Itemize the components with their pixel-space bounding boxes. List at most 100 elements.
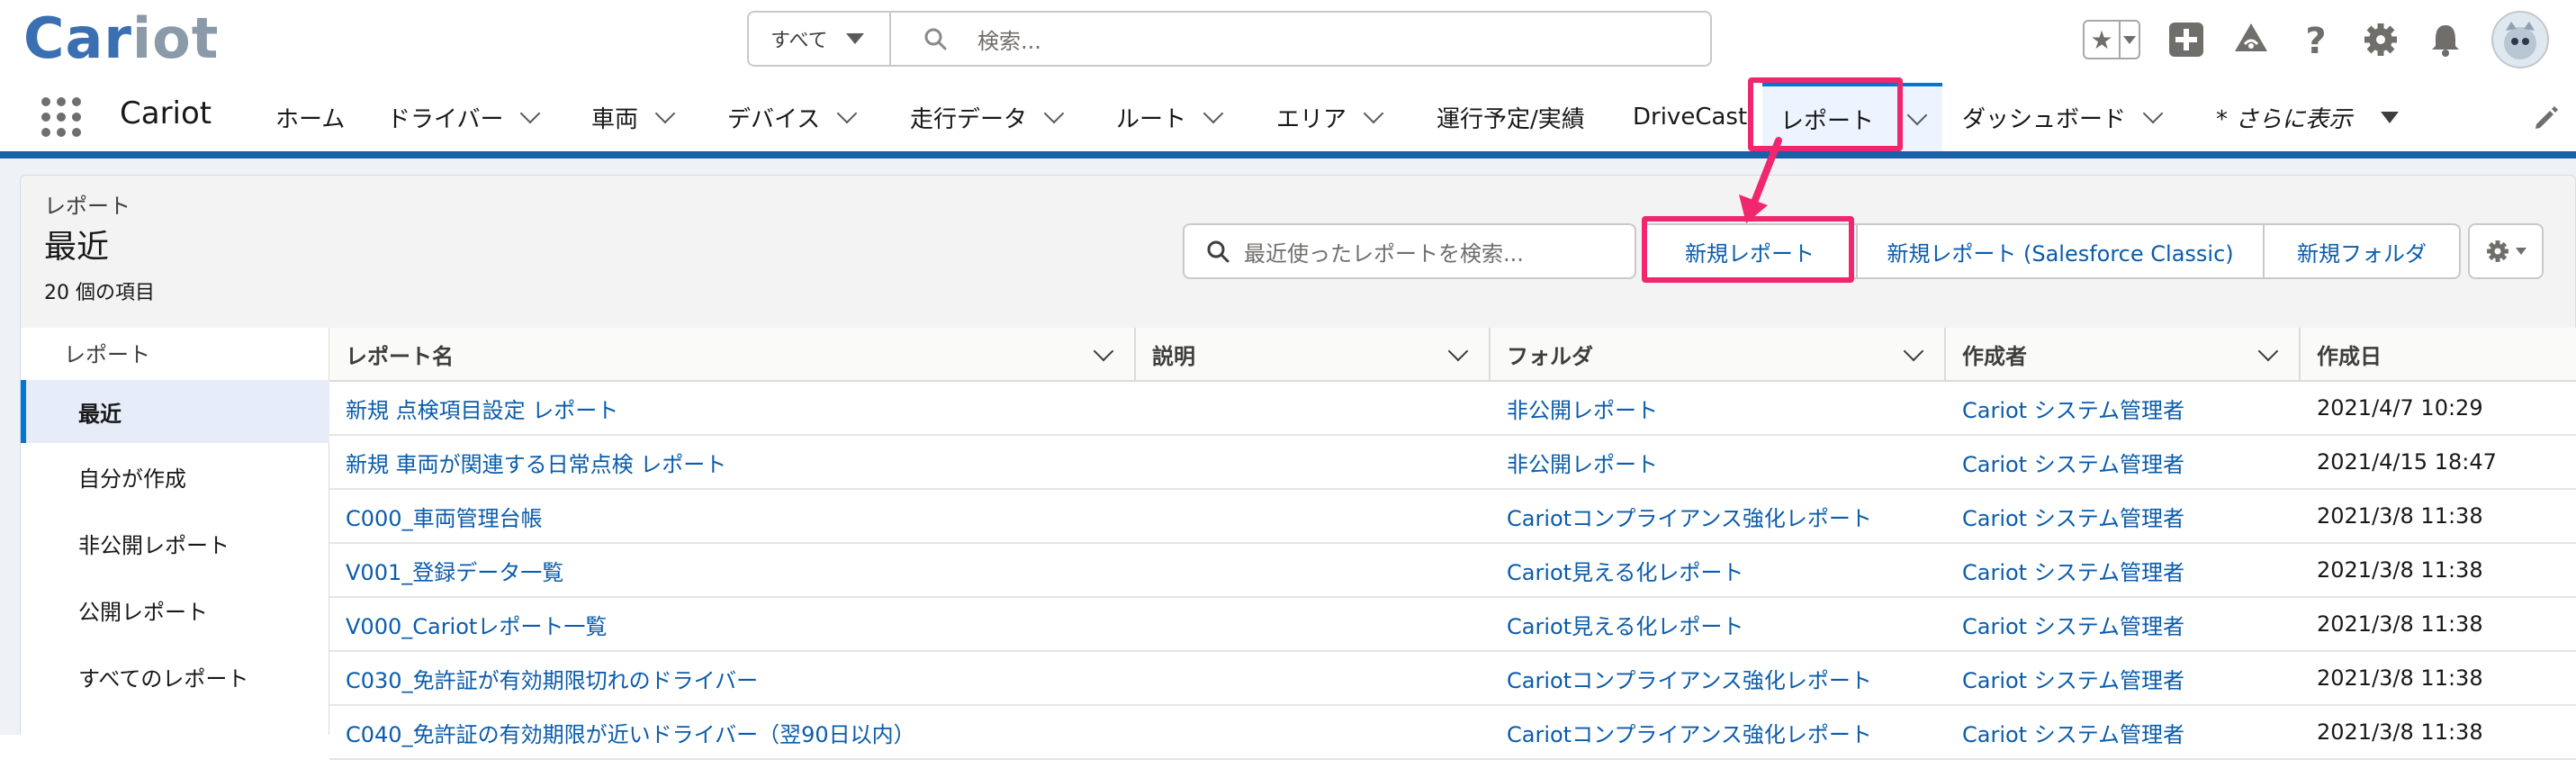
nav-item-label: ダッシュボード [1962,105,2127,133]
bell-icon[interactable] [2427,21,2464,59]
nav-item-routes[interactable]: ルート [1116,83,1224,151]
nav-item-vehicles[interactable]: 車両 [591,83,676,151]
table-row: V001_登録データ一覧 Cariot見える化レポート Cariot システム管… [329,544,2576,598]
new-folder-button[interactable]: 新規フォルダ [2263,225,2459,277]
report-name-link[interactable]: C030_免許証が有効期限切れのドライバー [329,652,1136,704]
nav-item-drivers[interactable]: ドライバー [387,83,541,151]
report-list-table: レポート名 説明 フォルダ 作成者 作成日 新規 点検項目設定 レポート 非公開… [329,328,2576,760]
created-by-link[interactable]: Cariot システム管理者 [1946,598,2301,650]
chevron-down-icon[interactable] [2142,103,2164,124]
chevron-down-icon [2516,248,2526,255]
created-by-link[interactable]: Cariot システム管理者 [1946,382,2301,434]
column-label: レポート名 [346,343,454,369]
nav-accent-stripe [0,151,2576,158]
nav-item-dashboards[interactable]: ダッシュボード [1962,83,2164,151]
nav-item-label: ドライバー [387,105,504,133]
chevron-down-icon[interactable] [2257,340,2279,362]
column-header-created-by[interactable]: 作成者 [1946,328,2301,380]
global-search: すべて 検索... [747,11,1712,67]
sidebar-item-all-reports[interactable]: すべてのレポート [21,645,329,708]
nav-item-label: ルート [1116,105,1187,133]
folder-link[interactable]: 非公開レポート [1491,382,1946,434]
column-header-report-name[interactable]: レポート名 [329,328,1136,380]
nav-more-menu[interactable]: * さらに表示 [2216,83,2400,151]
chevron-down-icon[interactable] [1043,103,1065,124]
avatar[interactable] [2491,11,2549,68]
folder-link[interactable]: 非公開レポート [1491,436,1946,488]
nav-item-schedule[interactable]: 運行予定/実績 [1437,83,1585,151]
chevron-down-icon[interactable] [836,103,858,124]
chevron-down-icon[interactable] [654,103,676,124]
sidebar-item-public-reports[interactable]: 公開レポート [21,578,329,641]
app-launcher-icon[interactable] [41,97,81,137]
chevron-down-icon[interactable] [1363,103,1384,124]
chevron-down-icon [2381,111,2400,123]
nav-item-label: デバイス [727,105,821,133]
logo-text-part2: iot [131,5,220,71]
created-date: 2021/3/8 11:38 [2317,503,2483,529]
folder-link[interactable]: Cariotコンプライアンス強化レポート [1491,490,1946,542]
chevron-down-icon[interactable] [1903,340,1924,362]
created-by-link[interactable]: Cariot システム管理者 [1946,652,2301,704]
report-name-link[interactable]: C000_車両管理台帳 [329,490,1136,542]
global-search-input[interactable]: 検索... [891,13,1710,65]
created-by-link[interactable]: Cariot システム管理者 [1946,544,2301,596]
report-name-link[interactable]: V001_登録データ一覧 [329,544,1136,596]
cariot-logo[interactable]: Car iot [23,4,219,72]
search-scope-select[interactable]: すべて [749,13,891,65]
list-settings-button[interactable] [2468,223,2544,279]
report-name-link[interactable]: C040_免許証の有効期限が近いドライバー（翌90日以内） [329,706,1136,758]
report-name-link[interactable]: 新規 車両が関連する日常点検 レポート [329,436,1136,488]
edit-pencil-icon[interactable] [2533,104,2560,131]
favorites-list-button[interactable] [2121,22,2139,58]
column-label: 作成者 [1962,343,2027,369]
sidebar-item-recent[interactable]: 最近 [21,380,329,443]
annotation-arrow-icon [1739,137,1782,223]
favorites-button[interactable]: ★ [2083,20,2140,59]
app-nav-bar: Cariot ホーム ドライバー 車両 デバイス 走行データ ルート エリア 運… [0,83,2576,151]
chevron-down-icon[interactable] [1447,340,1469,362]
created-by-link[interactable]: Cariot システム管理者 [1946,490,2301,542]
table-row: V000_Cariotレポート一覧 Cariot見える化レポート Cariot … [329,598,2576,652]
column-header-folder[interactable]: フォルダ [1491,328,1946,380]
nav-item-areas[interactable]: エリア [1276,83,1384,151]
nav-item-driving-data[interactable]: 走行データ [910,83,1065,151]
item-count: 20 個の項目 [44,282,155,304]
folder-link[interactable]: Cariotコンプライアンス強化レポート [1491,652,1946,704]
nav-more-label: * さらに表示 [2216,105,2353,133]
sidebar-item-created-by-me[interactable]: 自分が作成 [21,445,329,508]
column-label: 説明 [1152,343,1195,369]
column-header-description[interactable]: 説明 [1136,328,1491,380]
nav-item-label: 車両 [591,105,639,133]
chevron-down-icon [2123,35,2136,44]
folder-link[interactable]: Cariot見える化レポート [1491,544,1946,596]
report-name-link[interactable]: 新規 点検項目設定 レポート [329,382,1136,434]
trailhead-icon[interactable] [2232,21,2270,59]
sidebar-item-private-reports[interactable]: 非公開レポート [21,511,329,575]
created-by-link[interactable]: Cariot システム管理者 [1946,706,2301,758]
help-icon[interactable]: ? [2297,21,2335,59]
chevron-down-icon[interactable] [1093,340,1114,362]
report-name-link[interactable]: V000_Cariotレポート一覧 [329,598,1136,650]
report-search-input[interactable]: 最近使ったレポートを検索... [1183,223,1636,279]
breadcrumb: レポート [44,194,131,219]
setup-gear-icon[interactable] [2362,21,2400,59]
search-placeholder: 検索... [977,28,1041,54]
header-utility-icons: ★ ? [2083,11,2549,68]
created-date: 2021/3/8 11:38 [2317,665,2483,691]
new-report-classic-button[interactable]: 新規レポート (Salesforce Classic) [1856,225,2263,277]
folder-link[interactable]: Cariot見える化レポート [1491,598,1946,650]
created-by-link[interactable]: Cariot システム管理者 [1946,436,2301,488]
add-icon[interactable] [2167,21,2205,59]
chevron-down-icon[interactable] [520,103,541,124]
nav-item-devices[interactable]: デバイス [727,83,858,151]
folder-link[interactable]: Cariotコンプライアンス強化レポート [1491,706,1946,758]
chevron-down-icon[interactable] [1906,104,1928,126]
chevron-down-icon [845,33,864,44]
column-header-created-date[interactable]: 作成日 [2301,328,2576,380]
created-date: 2021/4/7 10:29 [2317,395,2483,421]
search-icon [924,28,947,50]
chevron-down-icon[interactable] [1202,103,1224,124]
search-icon [1207,240,1229,263]
nav-item-home[interactable]: ホーム [275,83,345,151]
